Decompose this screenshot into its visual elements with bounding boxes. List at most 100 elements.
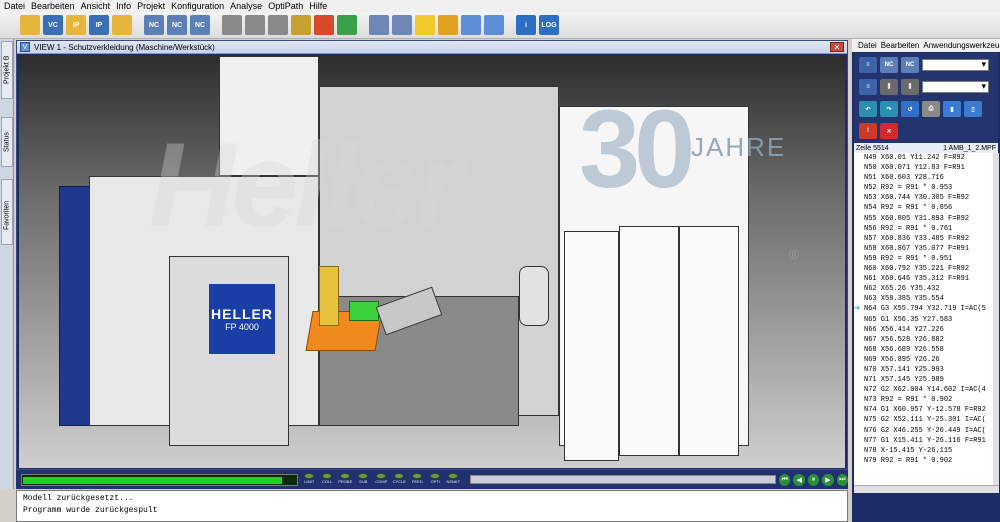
menu-info[interactable]: Info [114,1,135,11]
menu-hilfe[interactable]: Hilfe [307,1,331,11]
rotate-view-icon[interactable] [438,15,458,35]
nc-line[interactable]: N63 X58.385 Y35.554 [854,294,993,304]
nc-line[interactable]: N49 X60.01 Y11.242 F=R92 [854,153,993,163]
nc-line[interactable]: N52 R92 = R91 * 0.953 [854,183,993,193]
nc-line[interactable]: N55 X60.805 Y31.893 F=R92 [854,214,993,224]
nc-line[interactable]: N69 X56.895 Y26.26 [854,355,993,365]
nc-line[interactable]: N56 R92 = R91 * 0.761 [854,224,993,234]
nc-menu-bearbeiten[interactable]: Bearbeiten [881,41,920,50]
nc-marker-icon[interactable]: ! [859,123,877,139]
nc-list-icon[interactable]: ≡ [859,57,877,73]
nc-tool-select[interactable] [922,81,989,93]
nc-horizontal-scrollbar[interactable] [854,485,999,493]
save-ip-icon[interactable]: IP [89,15,109,35]
toggle-opti-button[interactable]: OPTI [427,472,443,487]
nc-line[interactable]: N59 R92 = R91 * 0.951 [854,254,993,264]
stock-icon[interactable] [314,15,334,35]
nc-line[interactable]: N74 G1 X60.957 Y-12.578 F=R92 [854,405,993,415]
toggle-nsnkt-button[interactable]: NSNKT [445,472,461,487]
view-close-button[interactable]: ✕ [830,42,844,52]
nc-step-forward-icon[interactable]: ↷ [880,101,898,117]
nc-tool-list-icon[interactable]: ≡ [859,79,877,95]
nc-compare-icon[interactable]: NC [190,15,210,35]
nc-columns-icon[interactable]: ▯ [964,101,982,117]
nc-step-back-icon[interactable]: ↶ [859,101,877,117]
nc-line[interactable]: N73 R92 = R91 * 0.902 [854,395,993,405]
light-bulb-icon[interactable] [415,15,435,35]
nc-undo-icon[interactable]: ↺ [901,101,919,117]
nc-close-icon[interactable]: ✕ [880,123,898,139]
nc-line[interactable]: N66 X56.414 Y27.226 [854,325,993,335]
info-icon[interactable]: i [516,15,536,35]
view-select-icon[interactable] [369,15,389,35]
tab-status[interactable]: Status [1,117,13,167]
tool-holder-icon[interactable] [222,15,242,35]
nc-line[interactable]: N75 G2 X52.111 Y-25.301 I=AC( [854,415,993,425]
nc-line[interactable]: N71 X57.145 Y25.989 [854,375,993,385]
nc-line[interactable]: N61 X60.646 Y35.312 F=R91 [854,274,993,284]
nc-line[interactable]: N76 G2 X46.255 Y-26.449 I=AC( [854,426,993,436]
nc-line[interactable]: N78 X-15.415 Y-26.115 [854,446,993,456]
nc-code-listing[interactable]: N49 X60.01 Y11.242 F=R92 N50 X60.071 Y12.… [854,153,993,485]
nc-line[interactable]: N65 G1 X56.35 Y27.583 [854,315,993,325]
nc-line[interactable]: N57 X60.836 Y33.485 F=R92 [854,234,993,244]
nc-line[interactable]: N79 R92 = R91 * 0.902 [854,456,993,466]
toggle-feed-button[interactable]: FEED [409,472,425,487]
pause-icon[interactable]: ⏸ [807,473,820,486]
nc-line[interactable]: N72 G2 X62.004 Y14.602 I=AC(4 [854,385,993,395]
nc-menu-datei[interactable]: Datei [858,41,877,50]
split-view-icon[interactable] [484,15,504,35]
nc-split-icon[interactable]: ▮ [943,101,961,117]
nc-line[interactable]: N60 X60.792 Y35.221 F=R92 [854,264,993,274]
nc-channel-select[interactable] [922,59,989,71]
toggle-sub-button[interactable]: SUB [355,472,371,487]
open-ip-icon[interactable]: IP [66,15,86,35]
menu-konfiguration[interactable]: Konfiguration [169,1,228,11]
nc-line[interactable]: N51 X60.603 Y28.716 [854,173,993,183]
nc-line[interactable]: N54 R92 = R91 * 0.856 [854,203,993,213]
menu-optipath[interactable]: OptiPath [266,1,307,11]
nc-vertical-scrollbar[interactable] [993,153,999,485]
play-icon[interactable]: ▶ [822,473,834,486]
open-folder-icon[interactable] [20,15,40,35]
menu-analyse[interactable]: Analyse [228,1,266,11]
toggle-cycle-button[interactable]: CYCLE [391,472,407,487]
nc-line[interactable]: N58 X60.867 Y35.077 F=R91 [854,244,993,254]
fast-forward-icon[interactable]: ⏭ [836,473,848,486]
nc-tool-icon[interactable]: ⫼ [880,79,898,95]
tab-projekt[interactable]: Projekt B [1,41,13,99]
menu-ansicht[interactable]: Ansicht [79,1,115,11]
nc-menu-anwendungswerkzeuge[interactable]: Anwendungswerkzeuge [923,41,1000,50]
save-vc-icon[interactable]: VC [43,15,63,35]
menu-bearbeiten[interactable]: Bearbeiten [29,1,79,11]
tool-icon[interactable] [245,15,265,35]
nc-line[interactable]: N53 X60.744 Y30.305 F=R92 [854,193,993,203]
nc-line[interactable]: N62 X65.26 Y35.432 [854,284,993,294]
nc-current-line[interactable]: N64 G3 X55.794 Y32.719 I=AC(5 [854,304,993,314]
fixture-icon[interactable] [268,15,288,35]
log-icon[interactable]: LOG [539,15,559,35]
menu-datei[interactable]: Datei [2,1,29,11]
nc-line[interactable]: N70 X57.141 Y25.993 [854,365,993,375]
nc-holder-icon[interactable]: ⫼ [901,79,919,95]
menu-projekt[interactable]: Projekt [135,1,169,11]
single-view-icon[interactable] [461,15,481,35]
toggle-probe-button[interactable]: PROBE [337,472,353,487]
nc-program-icon[interactable]: NC [144,15,164,35]
nc-delete-icon[interactable]: NC [901,57,919,73]
nc-line[interactable]: N67 X56.528 Y26.882 [854,335,993,345]
nc-line[interactable]: N50 X60.071 Y12.83 F=R91 [854,163,993,173]
nc-edit-icon[interactable]: NC [167,15,187,35]
nc-file-icon[interactable]: NC [880,57,898,73]
tab-favoriten[interactable]: Favoriten [1,179,13,245]
toggle-comp-button[interactable]: COMP [373,472,389,487]
simulation-progress-bar[interactable] [21,473,299,486]
nc-line[interactable]: N68 X56.689 Y26.558 [854,345,993,355]
rewind-icon[interactable]: ⏮ [779,473,791,486]
toggle-coll-button[interactable]: COLL [319,472,335,487]
toggle-limit-button[interactable]: LIMIT [301,472,317,487]
model-icon[interactable] [337,15,357,35]
nc-line[interactable]: N77 G1 X15.411 Y-26.116 F=R91 [854,436,993,446]
simulation-speed-slider[interactable] [470,475,777,484]
open-project-icon[interactable] [112,15,132,35]
